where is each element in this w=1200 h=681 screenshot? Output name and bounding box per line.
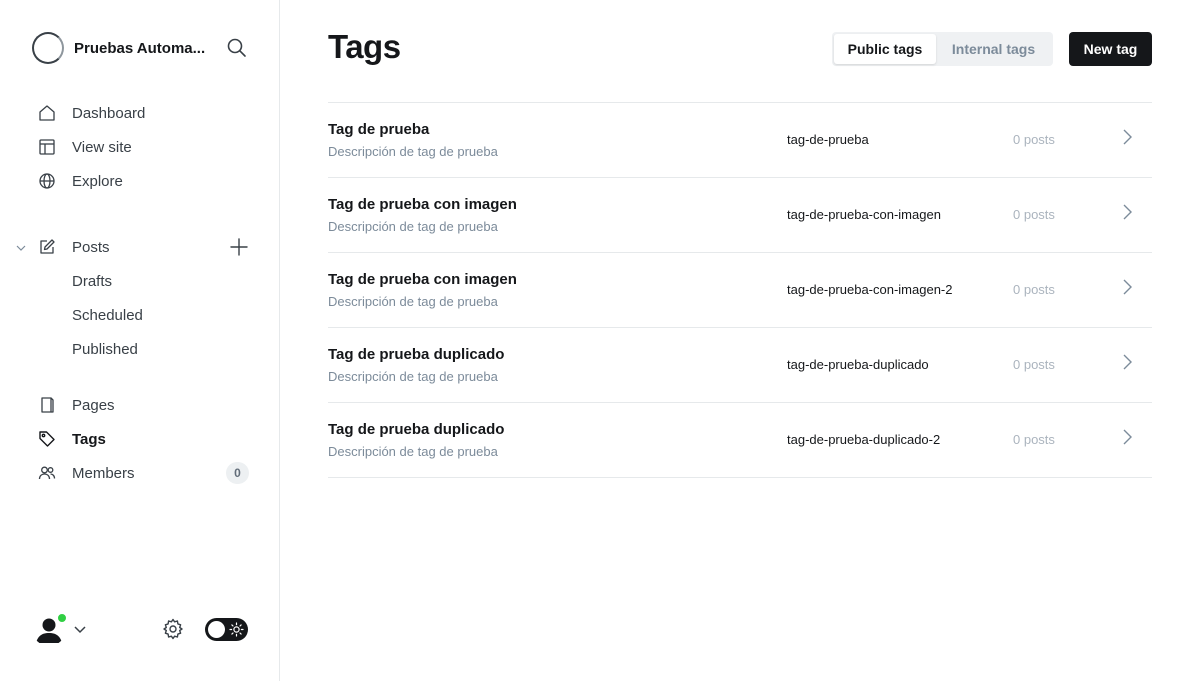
tag-description: Descripción de tag de prueba (328, 369, 498, 384)
tag-list: Tag de prueba Descripción de tag de prue… (328, 102, 1152, 478)
new-tag-button[interactable]: New tag (1069, 32, 1152, 66)
globe-icon (39, 173, 55, 189)
add-post-icon[interactable] (229, 237, 249, 257)
tag-name: Tag de prueba duplicado (328, 346, 505, 363)
chevron-right-icon (1123, 129, 1132, 145)
theme-toggle-knob (208, 621, 225, 638)
posts-nav: Posts Drafts Scheduled Published (0, 230, 280, 366)
sidebar-footer (32, 610, 248, 648)
table-row[interactable]: Tag de prueba duplicado Descripción de t… (328, 328, 1152, 403)
sun-icon (229, 622, 244, 637)
tag-slug: tag-de-prueba-con-imagen (787, 207, 941, 222)
primary-nav: Dashboard View site Explore (0, 96, 280, 198)
nav-item-dashboard[interactable]: Dashboard (0, 96, 280, 130)
members-count-badge: 0 (226, 462, 249, 484)
page-title: Tags (328, 28, 401, 65)
chevron-right-icon (1123, 429, 1132, 445)
tag-slug: tag-de-prueba-duplicado (787, 357, 929, 372)
site-header: Pruebas Automa... (32, 32, 248, 64)
tag-description: Descripción de tag de prueba (328, 294, 498, 309)
tag-name: Tag de prueba con imagen (328, 271, 517, 288)
tag-post-count[interactable]: 0 posts (1013, 432, 1055, 447)
page-icon (41, 397, 54, 413)
nav-label-view-site: View site (72, 138, 132, 156)
nav-label-tags: Tags (72, 430, 106, 448)
nav-label-pages: Pages (72, 396, 115, 414)
chevron-right-icon (1123, 279, 1132, 295)
tag-description: Descripción de tag de prueba (328, 219, 498, 234)
table-row[interactable]: Tag de prueba con imagen Descripción de … (328, 178, 1152, 253)
tag-slug: tag-de-prueba (787, 132, 869, 147)
nav-item-members[interactable]: Members 0 (0, 456, 280, 490)
nav-item-view-site[interactable]: View site (0, 130, 280, 164)
tag-name: Tag de prueba con imagen (328, 196, 517, 213)
nav-item-tags[interactable]: Tags (0, 422, 280, 456)
gear-icon[interactable] (161, 617, 185, 641)
chevron-right-icon (1123, 204, 1132, 220)
tab-public-tags[interactable]: Public tags (834, 34, 936, 64)
tag-post-count[interactable]: 0 posts (1013, 282, 1055, 297)
tag-post-count[interactable]: 0 posts (1013, 357, 1055, 372)
theme-toggle[interactable] (205, 618, 248, 641)
tag-slug: tag-de-prueba-duplicado-2 (787, 432, 941, 447)
nav-item-pages[interactable]: Pages (0, 388, 280, 422)
nav-label-members: Members (72, 464, 135, 482)
site-title[interactable]: Pruebas Automa... (74, 40, 214, 57)
nav-label-published: Published (72, 340, 138, 358)
table-row[interactable]: Tag de prueba duplicado Descripción de t… (328, 403, 1152, 478)
nav-item-explore[interactable]: Explore (0, 164, 280, 198)
users-icon (38, 466, 56, 480)
nav-item-drafts[interactable]: Drafts (0, 264, 280, 298)
site-logo[interactable] (32, 32, 64, 64)
tag-description: Descripción de tag de prueba (328, 144, 498, 159)
nav-item-scheduled[interactable]: Scheduled (0, 298, 280, 332)
nav-label-drafts: Drafts (72, 272, 113, 290)
nav-label-dashboard: Dashboard (72, 104, 146, 122)
tag-icon (39, 431, 55, 447)
pencil-square-icon (40, 239, 55, 254)
nav-label-scheduled: Scheduled (72, 306, 143, 324)
chevron-down-icon[interactable] (15, 242, 27, 254)
layout-icon (39, 139, 55, 155)
tag-slug: tag-de-prueba-con-imagen-2 (787, 282, 953, 297)
nav-label-explore: Explore (72, 172, 123, 190)
chevron-right-icon (1123, 354, 1132, 370)
nav-item-posts[interactable]: Posts (0, 230, 280, 264)
tag-name: Tag de prueba (328, 121, 430, 138)
content-nav: Pages Tags Members 0 (0, 388, 280, 490)
online-status-dot (57, 613, 67, 623)
table-row[interactable]: Tag de prueba Descripción de tag de prue… (328, 103, 1152, 178)
sidebar: Pruebas Automa... Dashboard View site Ex… (0, 0, 280, 681)
chevron-down-icon[interactable] (73, 622, 87, 636)
nav-label-posts: Posts (72, 238, 110, 256)
tab-internal-tags[interactable]: Internal tags (936, 34, 1051, 64)
tag-post-count[interactable]: 0 posts (1013, 207, 1055, 222)
table-row[interactable]: Tag de prueba con imagen Descripción de … (328, 253, 1152, 328)
main-content: Tags Public tags Internal tags New tag T… (328, 0, 1152, 681)
search-icon[interactable] (226, 37, 248, 59)
tag-description: Descripción de tag de prueba (328, 444, 498, 459)
tag-name: Tag de prueba duplicado (328, 421, 505, 438)
home-icon (39, 105, 55, 121)
tag-type-tabs: Public tags Internal tags (832, 32, 1053, 66)
tag-post-count[interactable]: 0 posts (1013, 132, 1055, 147)
nav-item-published[interactable]: Published (0, 332, 280, 366)
